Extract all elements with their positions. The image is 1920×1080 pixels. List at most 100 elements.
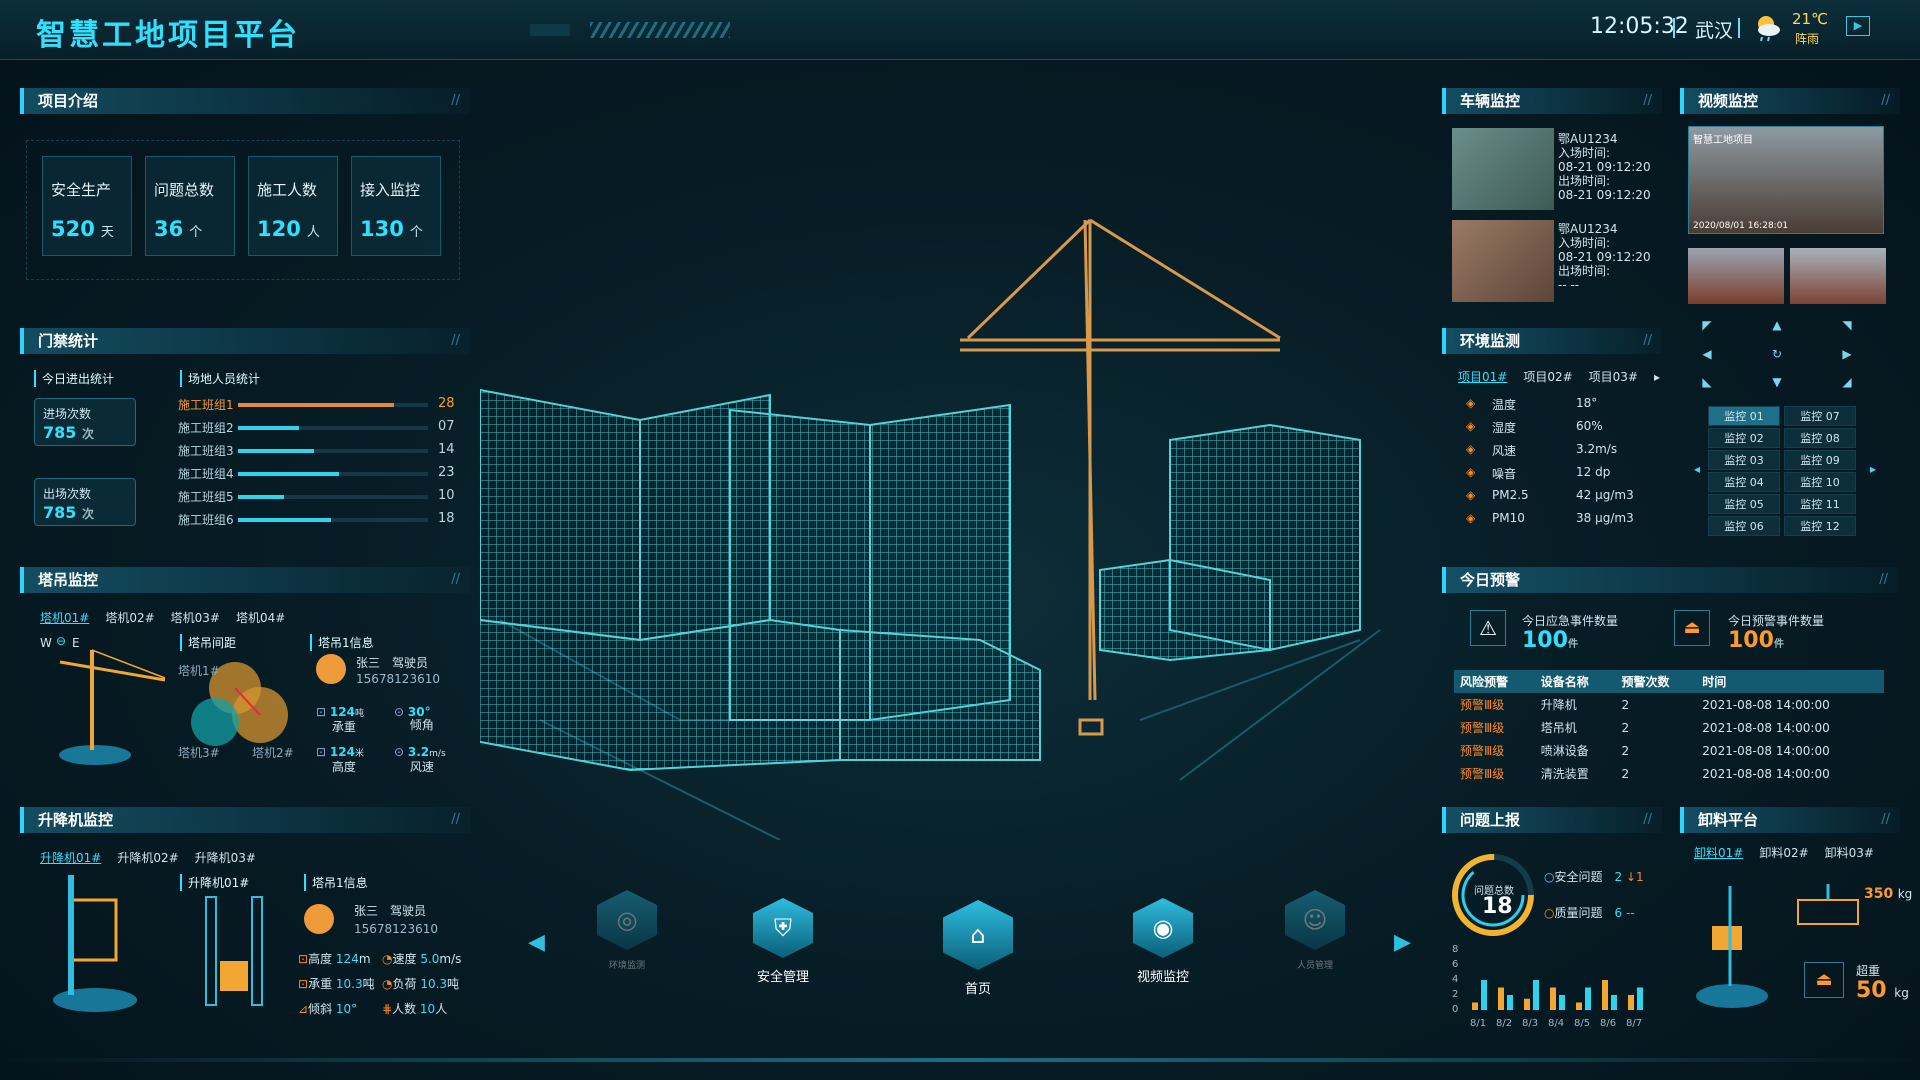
avatar xyxy=(304,904,334,934)
table-cell: 喷淋设备 xyxy=(1540,744,1589,758)
ptz-up-left-button[interactable]: ◤ xyxy=(1694,314,1720,336)
ptz-right-button[interactable]: ▶ xyxy=(1834,343,1860,365)
monitor-item[interactable]: 监控 06 xyxy=(1708,516,1780,536)
stat-card-workers: 施工人数 120 人 xyxy=(248,156,338,256)
ptz-down-button[interactable]: ▼ xyxy=(1764,371,1790,393)
env-monitor-icon: ◎ xyxy=(597,890,657,950)
monitor-item[interactable]: 监控 04 xyxy=(1708,472,1780,492)
tab-unload-02[interactable]: 卸料02# xyxy=(1759,844,1808,861)
tower-2-label: 塔机2# xyxy=(252,746,294,760)
thermometer-icon: ◈ xyxy=(1466,396,1476,410)
x-tick-label: 8/1 xyxy=(1470,1018,1486,1029)
tower-1-label: 塔机1# xyxy=(178,664,220,678)
table-row[interactable]: 预警Ⅲ级 清洗装置 2 2021-08-08 14:00:00 xyxy=(1454,762,1884,785)
table-cell: 预警Ⅲ级 xyxy=(1460,744,1505,758)
nav-next-arrow[interactable]: ▶ xyxy=(1394,930,1411,955)
group-value: 10 xyxy=(438,488,455,503)
env-label: 温度 xyxy=(1492,398,1517,412)
env-rows: ◈ 温度 18° ◈ 湿度 60% ◈ 风速 3.2m/s ◈ 噪音 12 dp ◈ PM2.5 42 μg… xyxy=(1466,396,1656,536)
wind-icon: ◈ xyxy=(1466,442,1476,456)
tab-lift-02[interactable]: 升降机02# xyxy=(117,849,178,866)
pm25-icon: ◈ xyxy=(1466,488,1476,502)
divider xyxy=(1738,18,1740,38)
tab-lift-01[interactable]: 升降机01# xyxy=(40,849,101,866)
monitor-item[interactable]: 监控 12 xyxy=(1784,516,1856,536)
project-intro-header: 项目介绍// xyxy=(20,88,470,114)
col-header: 预警次数 xyxy=(1621,675,1670,689)
ptz-up-right-button[interactable]: ◥ xyxy=(1834,314,1860,336)
vehicle-photo-2[interactable] xyxy=(1452,220,1554,302)
x-tick-label: 8/4 xyxy=(1548,1018,1564,1029)
group-bar-row: 施工班组4 23 xyxy=(178,463,458,485)
bar xyxy=(1585,987,1591,1010)
monitor-item[interactable]: 监控 02 xyxy=(1708,428,1780,448)
bar xyxy=(1533,980,1539,1010)
tab-tower-01[interactable]: 塔机01# xyxy=(40,609,89,626)
group-value: 28 xyxy=(438,396,455,411)
monitor-prev-icon[interactable]: ◂ xyxy=(1694,462,1700,476)
tower-load: ⊡ 124吨 承重 xyxy=(316,705,364,734)
table-cell: 预警Ⅲ级 xyxy=(1460,698,1505,712)
table-cell: 清洗装置 xyxy=(1540,767,1589,781)
video-main-feed[interactable]: 智慧工地项目 2020/08/01 16:28:01 xyxy=(1688,126,1884,234)
nav-safety-button[interactable]: ⛨ 安全管理 xyxy=(738,898,828,998)
tab-unload-01[interactable]: 卸料01# xyxy=(1694,844,1743,861)
video-thumb-2[interactable] xyxy=(1790,248,1886,304)
bar xyxy=(1507,995,1513,1010)
tab-tower-03[interactable]: 塔机03# xyxy=(171,609,220,626)
vehicle-photo-1[interactable] xyxy=(1452,128,1554,210)
driver-name: 张三 驾驶员 xyxy=(356,656,429,670)
tab-lift-03[interactable]: 升降机03# xyxy=(195,849,256,866)
video-header: 视频监控// xyxy=(1680,88,1900,114)
tab-unload-03[interactable]: 卸料03# xyxy=(1825,844,1874,861)
nav-video-button[interactable]: ◉ 视频监控 xyxy=(1118,898,1208,998)
monitor-item[interactable]: 监控 01 xyxy=(1708,406,1780,426)
monitor-item[interactable]: 监控 08 xyxy=(1784,428,1856,448)
nav-env-button[interactable]: ◎ 环境监测 xyxy=(582,890,672,990)
camera-icon: ◉ xyxy=(1133,898,1193,958)
ptz-down-left-button[interactable]: ◣ xyxy=(1694,371,1720,393)
tab-tower-04[interactable]: 塔机04# xyxy=(236,609,285,626)
warning-value: 100件 xyxy=(1728,628,1784,653)
group-name: 施工班组6 xyxy=(178,513,234,527)
tower-tilt: ⊙ 30° 倾角 xyxy=(394,705,434,732)
tower-header: 塔吊监控// xyxy=(20,567,470,593)
env-row: ◈ PM2.5 42 μg/m3 xyxy=(1466,488,1656,502)
env-tabs-next-icon[interactable]: ▸ xyxy=(1654,370,1660,384)
tab-env-03[interactable]: 项目03# xyxy=(1589,368,1638,385)
ptz-refresh-button[interactable]: ↻ xyxy=(1764,343,1790,365)
tab-tower-02[interactable]: 塔机02# xyxy=(105,609,154,626)
unload-weight: 350 kg xyxy=(1864,886,1913,902)
group-bar-fill xyxy=(238,403,394,407)
tab-env-01[interactable]: 项目01# xyxy=(1458,368,1507,385)
x-tick-label: 8/2 xyxy=(1496,1018,1512,1029)
bar xyxy=(1576,1002,1582,1010)
table-row[interactable]: 预警Ⅲ级 升降机 2 2021-08-08 14:00:00 xyxy=(1454,693,1884,716)
group-name: 施工班组5 xyxy=(178,490,234,504)
monitor-item[interactable]: 监控 09 xyxy=(1784,450,1856,470)
entry-count-box: 进场次数 785 次 xyxy=(34,398,136,446)
entry-value: 785 次 xyxy=(43,423,94,442)
monitor-item[interactable]: 监控 10 xyxy=(1784,472,1856,492)
nav-personnel-button[interactable]: ☺ 人员管理 xyxy=(1270,890,1360,990)
monitor-item[interactable]: 监控 03 xyxy=(1708,450,1780,470)
temperature: 21℃ xyxy=(1792,10,1828,28)
table-row[interactable]: 预警Ⅲ级 塔吊机 2 2021-08-08 14:00:00 xyxy=(1454,716,1884,739)
nav-home-button[interactable]: ⌂ 首页 xyxy=(928,900,1028,1000)
table-cell: 2 xyxy=(1621,743,1630,758)
play-button[interactable]: ▶ xyxy=(1846,16,1870,36)
tower-wind: ⊙ 3.2m/s 风速 xyxy=(394,745,446,774)
monitor-next-icon[interactable]: ▸ xyxy=(1870,462,1876,476)
table-row[interactable]: 预警Ⅲ级 喷淋设备 2 2021-08-08 14:00:00 xyxy=(1454,739,1884,762)
ptz-up-button[interactable]: ▲ xyxy=(1764,314,1790,336)
env-label: 噪音 xyxy=(1492,467,1517,481)
monitor-item[interactable]: 监控 11 xyxy=(1784,494,1856,514)
ptz-left-button[interactable]: ◀ xyxy=(1694,343,1720,365)
table-cell: 2021-08-08 14:00:00 xyxy=(1702,697,1830,712)
nav-prev-arrow[interactable]: ◀ xyxy=(528,930,545,955)
video-thumb-1[interactable] xyxy=(1688,248,1784,304)
tab-env-02[interactable]: 项目02# xyxy=(1523,368,1572,385)
ptz-down-right-button[interactable]: ◢ xyxy=(1834,371,1860,393)
monitor-item[interactable]: 监控 07 xyxy=(1784,406,1856,426)
monitor-item[interactable]: 监控 05 xyxy=(1708,494,1780,514)
